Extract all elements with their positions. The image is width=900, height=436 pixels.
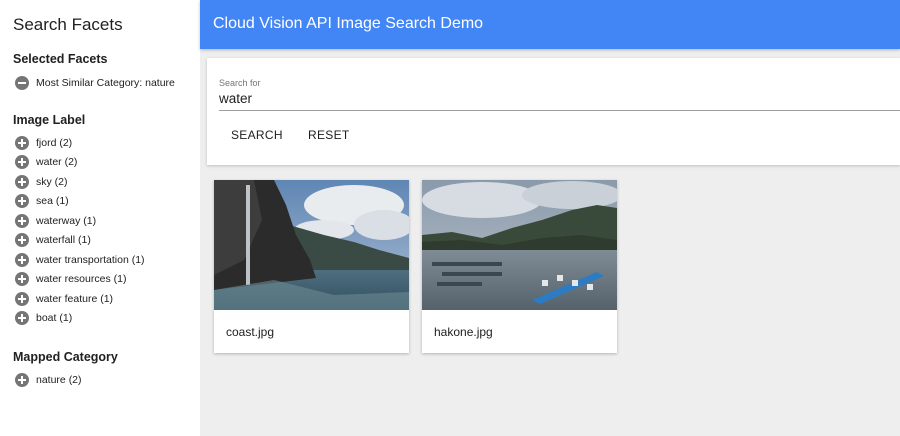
main-content: Cloud Vision API Image Search Demo Searc… [200,0,900,436]
facet-label: water resources (1) [36,273,127,286]
image-label-list: fjord (2) water (2) sky (2) sea (1) wate… [15,133,145,328]
search-button[interactable]: SEARCH [231,128,283,142]
facet-label: sea (1) [36,195,69,208]
mapped-category-list: nature (2) [15,370,82,390]
remove-circle-icon[interactable] [15,75,29,90]
facet-label: nature (2) [36,373,82,386]
facet-item-nature[interactable]: nature (2) [15,370,82,390]
sidebar-title: Search Facets [13,15,123,34]
facet-label: fjord (2) [36,136,73,149]
app-title: Cloud Vision API Image Search Demo [213,15,484,32]
card-caption: hakone.jpg [434,325,493,339]
facet-item-fjord[interactable]: fjord (2) [15,133,145,153]
image-label-heading: Image Label [13,113,86,127]
app-bar: Cloud Vision API Image Search Demo [200,0,900,49]
add-circle-icon[interactable] [15,135,29,150]
facet-label: water transportation (1) [36,253,145,266]
add-circle-icon[interactable] [15,213,29,228]
add-circle-icon[interactable] [15,155,29,170]
coast-photo[interactable] [214,180,409,310]
facet-item-water[interactable]: water (2) [15,153,145,173]
facet-label: water (2) [36,156,78,169]
facet-label: water feature (1) [36,292,114,305]
facet-label: waterway (1) [36,214,97,227]
selected-facets-heading: Selected Facets [13,52,108,66]
add-circle-icon[interactable] [15,194,29,209]
add-circle-icon[interactable] [15,272,29,287]
add-circle-icon[interactable] [15,372,29,387]
add-circle-icon[interactable] [15,291,29,306]
facet-item-water-feature[interactable]: water feature (1) [15,289,145,309]
search-input[interactable] [219,91,889,106]
facet-item-sea[interactable]: sea (1) [15,192,145,212]
search-field-label: Search for [219,78,261,88]
search-card: Search for SEARCH RESET [207,58,900,165]
reset-button[interactable]: RESET [308,128,350,142]
hakone-photo[interactable] [422,180,617,310]
search-facets-sidebar: Search Facets Selected Facets Most Simil… [0,0,200,436]
result-card[interactable]: hakone.jpg [422,180,617,353]
selected-facet-item[interactable]: Most Similar Category: nature [15,73,175,93]
mapped-category-heading: Mapped Category [13,350,118,364]
facet-label: boat (1) [36,312,73,325]
add-circle-icon[interactable] [15,174,29,189]
facet-item-water-resources[interactable]: water resources (1) [15,270,145,290]
card-caption: coast.jpg [226,325,275,339]
selected-facets-list: Most Similar Category: nature [15,73,175,93]
facet-label: sky (2) [36,175,68,188]
add-circle-icon[interactable] [15,252,29,267]
facet-item-water-transportation[interactable]: water transportation (1) [15,250,145,270]
add-circle-icon[interactable] [15,311,29,326]
facet-item-waterfall[interactable]: waterfall (1) [15,231,145,251]
search-field: Search for [219,78,900,111]
facet-label: Most Similar Category: nature [36,76,175,89]
facet-item-sky[interactable]: sky (2) [15,172,145,192]
facet-item-boat[interactable]: boat (1) [15,309,145,329]
add-circle-icon[interactable] [15,233,29,248]
result-card[interactable]: coast.jpg [214,180,409,353]
facet-item-waterway[interactable]: waterway (1) [15,211,145,231]
facet-label: waterfall (1) [36,234,91,247]
